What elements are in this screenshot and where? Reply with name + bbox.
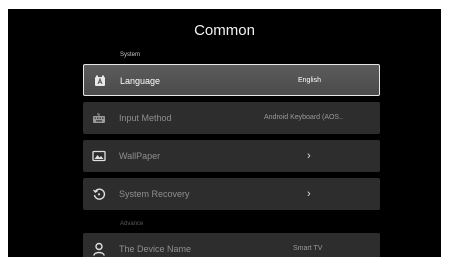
setting-row-system-recovery[interactable]: System Recovery › (83, 178, 380, 210)
setting-value-language: English (298, 77, 321, 84)
setting-label-system-recovery: System Recovery (119, 189, 190, 199)
chevron-right-icon: › (307, 150, 311, 162)
setting-label-device-name: The Device Name (119, 244, 192, 254)
setting-row-device-name[interactable]: The Device Name Smart TV (83, 233, 380, 257)
tv-settings-screen: Common System Language English Input Met… (8, 9, 441, 257)
setting-row-language[interactable]: Language English (83, 64, 380, 96)
section-label-system: System (120, 52, 141, 58)
setting-value-device-name: Smart TV (293, 245, 323, 252)
section-label-advance: Advance (120, 221, 144, 227)
language-icon (92, 73, 108, 89)
setting-label-wallpaper: WallPaper (119, 151, 161, 161)
keyboard-icon (91, 110, 107, 126)
setting-value-input-method: Android Keyboard (AOS.. (264, 114, 343, 121)
wallpaper-icon (91, 148, 107, 164)
setting-row-input-method[interactable]: Input Method Android Keyboard (AOS.. (83, 102, 380, 134)
chevron-right-icon: › (307, 188, 311, 200)
setting-row-wallpaper[interactable]: WallPaper › (83, 140, 380, 172)
person-icon (91, 241, 107, 257)
setting-label-input-method: Input Method (119, 113, 172, 123)
system-recovery-icon (91, 186, 107, 202)
setting-label-language: Language (120, 76, 161, 86)
page-title: Common (194, 22, 255, 39)
